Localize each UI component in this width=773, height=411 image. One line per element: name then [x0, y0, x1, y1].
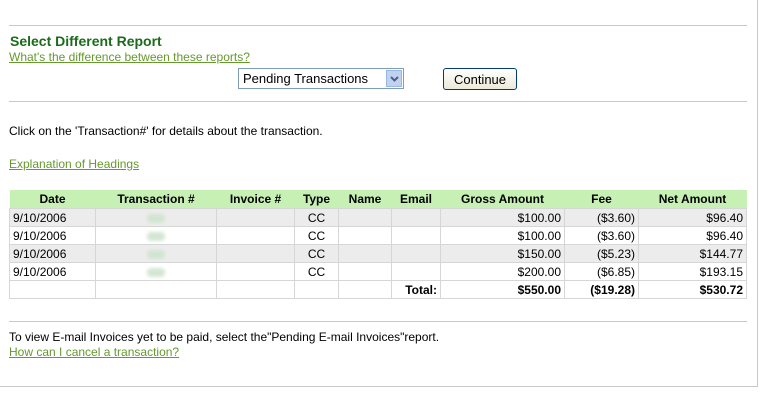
cell-net: $193.15	[638, 262, 747, 281]
col-invoice-header: Invoice #	[216, 190, 295, 209]
cell-email	[391, 226, 441, 245]
cell-empty	[294, 280, 339, 299]
total-gross: $550.00	[440, 280, 565, 299]
cell-empty	[9, 280, 96, 299]
cell-fee: ($5.23)	[564, 244, 639, 263]
cell-type: CC	[294, 262, 339, 281]
middle-divider	[9, 101, 747, 102]
cell-empty	[338, 280, 392, 299]
cell-name	[338, 226, 392, 245]
cell-name	[338, 208, 392, 227]
frame-right-border	[757, 0, 758, 386]
cell-net: $144.77	[638, 244, 747, 263]
cell-name	[338, 262, 392, 281]
instruction-text: Click on the 'Transaction#' for details …	[9, 124, 323, 138]
col-type-header: Type	[294, 190, 339, 209]
cell-fee: ($3.60)	[564, 226, 639, 245]
cell-date: 9/10/2006	[9, 208, 96, 227]
cell-empty	[95, 280, 217, 299]
cell-invoice	[216, 226, 295, 245]
cell-net: $96.40	[638, 208, 747, 227]
page-title: Select Different Report	[10, 33, 162, 49]
report-select-value: Pending Transactions	[243, 71, 369, 86]
redacted-id	[147, 249, 165, 259]
table-total-row: Total: $550.00 ($19.28) $530.72	[9, 280, 747, 299]
total-net: $530.72	[638, 280, 747, 299]
transaction-id-link[interactable]	[95, 262, 217, 281]
table-header-row: Date Transaction # Invoice # Type Name E…	[9, 190, 747, 209]
col-date-header: Date	[9, 190, 96, 209]
cell-gross: $100.00	[440, 226, 565, 245]
col-transaction-header: Transaction #	[95, 190, 217, 209]
cell-net: $96.40	[638, 226, 747, 245]
table-row: 9/10/2006 CC $100.00 ($3.60) $96.40	[9, 226, 747, 245]
col-net-header: Net Amount	[638, 190, 747, 209]
cell-gross: $100.00	[440, 208, 565, 227]
cell-invoice	[216, 244, 295, 263]
cell-email	[391, 262, 441, 281]
col-email-header: Email	[391, 190, 441, 209]
cell-name	[338, 244, 392, 263]
col-name-header: Name	[338, 190, 392, 209]
top-divider	[9, 25, 747, 26]
transaction-id-link[interactable]	[95, 226, 217, 245]
cell-fee: ($3.60)	[564, 208, 639, 227]
footer-note: To view E-mail Invoices yet to be paid, …	[9, 330, 440, 344]
transaction-id-link[interactable]	[95, 244, 217, 263]
cell-date: 9/10/2006	[9, 226, 96, 245]
explanation-headings-link[interactable]: Explanation of Headings	[9, 157, 139, 171]
cell-gross: $150.00	[440, 244, 565, 263]
redacted-id	[147, 231, 165, 241]
cell-email	[391, 244, 441, 263]
table-row: 9/10/2006 CC $100.00 ($3.60) $96.40	[9, 208, 747, 227]
cell-empty	[216, 280, 295, 299]
frame-bottom-border	[0, 386, 758, 387]
col-fee-header: Fee	[564, 190, 639, 209]
cell-date: 9/10/2006	[9, 262, 96, 281]
cell-type: CC	[294, 208, 339, 227]
transaction-id-link[interactable]	[95, 208, 217, 227]
transactions-table: Date Transaction # Invoice # Type Name E…	[9, 190, 747, 299]
report-difference-link[interactable]: What's the difference between these repo…	[9, 50, 250, 64]
cell-date: 9/10/2006	[9, 244, 96, 263]
bottom-divider	[9, 321, 747, 322]
total-label: Total:	[391, 280, 441, 299]
cell-email	[391, 208, 441, 227]
total-fee: ($19.28)	[564, 280, 639, 299]
cell-fee: ($6.85)	[564, 262, 639, 281]
cell-invoice	[216, 262, 295, 281]
cancel-transaction-link[interactable]: How can I cancel a transaction?	[9, 345, 179, 359]
select-dropdown-button[interactable]	[386, 70, 402, 87]
chevron-down-icon	[389, 75, 399, 82]
table-row: 9/10/2006 CC $150.00 ($5.23) $144.77	[9, 244, 747, 263]
cell-gross: $200.00	[440, 262, 565, 281]
col-gross-header: Gross Amount	[440, 190, 565, 209]
cell-invoice	[216, 208, 295, 227]
cell-type: CC	[294, 244, 339, 263]
redacted-id	[147, 213, 165, 223]
redacted-id	[147, 267, 165, 277]
continue-button[interactable]: Continue	[443, 68, 517, 90]
report-select[interactable]: Pending Transactions	[238, 68, 404, 89]
table-row: 9/10/2006 CC $200.00 ($6.85) $193.15	[9, 262, 747, 281]
cell-type: CC	[294, 226, 339, 245]
